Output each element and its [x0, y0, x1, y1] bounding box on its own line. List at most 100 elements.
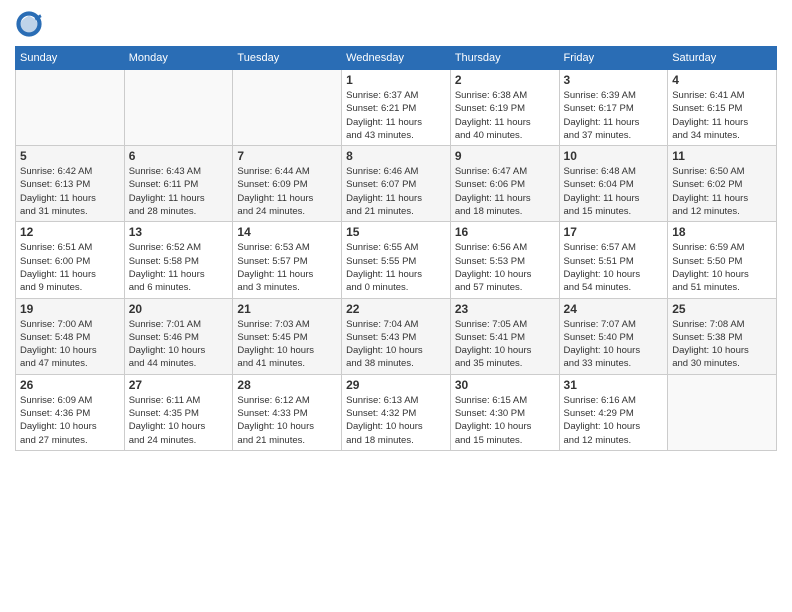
day-info: Sunrise: 7:01 AMSunset: 5:46 PMDaylight:…	[129, 318, 229, 371]
weekday-header-row: SundayMondayTuesdayWednesdayThursdayFrid…	[16, 47, 777, 70]
calendar-cell: 15 Sunrise: 6:55 AMSunset: 5:55 PMDayligh…	[342, 222, 451, 298]
calendar-cell: 14 Sunrise: 6:53 AMSunset: 5:57 PMDayligh…	[233, 222, 342, 298]
day-number: 27	[129, 378, 229, 392]
day-info: Sunrise: 7:00 AMSunset: 5:48 PMDaylight:…	[20, 318, 120, 371]
day-number: 15	[346, 225, 446, 239]
weekday-header-monday: Monday	[124, 47, 233, 70]
day-number: 24	[564, 302, 664, 316]
logo-icon	[15, 10, 43, 38]
calendar-cell: 29 Sunrise: 6:13 AMSunset: 4:32 PMDayligh…	[342, 374, 451, 450]
day-info: Sunrise: 6:44 AMSunset: 6:09 PMDaylight:…	[237, 165, 337, 218]
day-number: 2	[455, 73, 555, 87]
day-number: 30	[455, 378, 555, 392]
day-info: Sunrise: 7:08 AMSunset: 5:38 PMDaylight:…	[672, 318, 772, 371]
day-info: Sunrise: 6:39 AMSunset: 6:17 PMDaylight:…	[564, 89, 664, 142]
day-info: Sunrise: 6:09 AMSunset: 4:36 PMDaylight:…	[20, 394, 120, 447]
calendar-cell: 20 Sunrise: 7:01 AMSunset: 5:46 PMDayligh…	[124, 298, 233, 374]
calendar-cell: 17 Sunrise: 6:57 AMSunset: 5:51 PMDayligh…	[559, 222, 668, 298]
day-info: Sunrise: 6:55 AMSunset: 5:55 PMDaylight:…	[346, 241, 446, 294]
day-info: Sunrise: 6:41 AMSunset: 6:15 PMDaylight:…	[672, 89, 772, 142]
day-info: Sunrise: 7:07 AMSunset: 5:40 PMDaylight:…	[564, 318, 664, 371]
day-info: Sunrise: 7:03 AMSunset: 5:45 PMDaylight:…	[237, 318, 337, 371]
calendar-cell: 26 Sunrise: 6:09 AMSunset: 4:36 PMDayligh…	[16, 374, 125, 450]
calendar-week-4: 19 Sunrise: 7:00 AMSunset: 5:48 PMDayligh…	[16, 298, 777, 374]
day-number: 10	[564, 149, 664, 163]
day-number: 14	[237, 225, 337, 239]
weekday-header-tuesday: Tuesday	[233, 47, 342, 70]
calendar-cell	[233, 70, 342, 146]
day-number: 5	[20, 149, 120, 163]
calendar-cell: 28 Sunrise: 6:12 AMSunset: 4:33 PMDayligh…	[233, 374, 342, 450]
weekday-header-sunday: Sunday	[16, 47, 125, 70]
day-number: 31	[564, 378, 664, 392]
day-info: Sunrise: 7:05 AMSunset: 5:41 PMDaylight:…	[455, 318, 555, 371]
calendar-week-1: 1 Sunrise: 6:37 AMSunset: 6:21 PMDaylight…	[16, 70, 777, 146]
weekday-header-thursday: Thursday	[450, 47, 559, 70]
day-number: 13	[129, 225, 229, 239]
day-number: 6	[129, 149, 229, 163]
calendar-cell: 10 Sunrise: 6:48 AMSunset: 6:04 PMDayligh…	[559, 146, 668, 222]
day-number: 21	[237, 302, 337, 316]
day-info: Sunrise: 6:48 AMSunset: 6:04 PMDaylight:…	[564, 165, 664, 218]
day-number: 1	[346, 73, 446, 87]
day-info: Sunrise: 6:37 AMSunset: 6:21 PMDaylight:…	[346, 89, 446, 142]
calendar-cell: 13 Sunrise: 6:52 AMSunset: 5:58 PMDayligh…	[124, 222, 233, 298]
calendar-cell: 9Sunrise: 6:47 AMSunset: 6:06 PMDaylight…	[450, 146, 559, 222]
calendar-cell: 7Sunrise: 6:44 AMSunset: 6:09 PMDaylight…	[233, 146, 342, 222]
day-number: 29	[346, 378, 446, 392]
calendar-cell: 2 Sunrise: 6:38 AMSunset: 6:19 PMDaylight…	[450, 70, 559, 146]
day-info: Sunrise: 6:47 AMSunset: 6:06 PMDaylight:…	[455, 165, 555, 218]
day-number: 23	[455, 302, 555, 316]
calendar-week-2: 5Sunrise: 6:42 AMSunset: 6:13 PMDaylight…	[16, 146, 777, 222]
calendar-cell: 6 Sunrise: 6:43 AMSunset: 6:11 PMDaylight…	[124, 146, 233, 222]
calendar-cell: 18Sunrise: 6:59 AMSunset: 5:50 PMDayligh…	[668, 222, 777, 298]
calendar-cell: 22 Sunrise: 7:04 AMSunset: 5:43 PMDayligh…	[342, 298, 451, 374]
day-number: 22	[346, 302, 446, 316]
calendar-cell: 12 Sunrise: 6:51 AMSunset: 6:00 PMDayligh…	[16, 222, 125, 298]
day-number: 12	[20, 225, 120, 239]
calendar-week-5: 26 Sunrise: 6:09 AMSunset: 4:36 PMDayligh…	[16, 374, 777, 450]
weekday-header-saturday: Saturday	[668, 47, 777, 70]
day-info: Sunrise: 6:51 AMSunset: 6:00 PMDaylight:…	[20, 241, 120, 294]
day-number: 16	[455, 225, 555, 239]
day-info: Sunrise: 6:50 AMSunset: 6:02 PMDaylight:…	[672, 165, 772, 218]
weekday-header-friday: Friday	[559, 47, 668, 70]
day-info: Sunrise: 6:52 AMSunset: 5:58 PMDaylight:…	[129, 241, 229, 294]
day-info: Sunrise: 6:38 AMSunset: 6:19 PMDaylight:…	[455, 89, 555, 142]
day-number: 28	[237, 378, 337, 392]
calendar-cell: 1 Sunrise: 6:37 AMSunset: 6:21 PMDaylight…	[342, 70, 451, 146]
calendar-cell: 16 Sunrise: 6:56 AMSunset: 5:53 PMDayligh…	[450, 222, 559, 298]
calendar-cell	[668, 374, 777, 450]
day-info: Sunrise: 7:04 AMSunset: 5:43 PMDaylight:…	[346, 318, 446, 371]
day-info: Sunrise: 6:53 AMSunset: 5:57 PMDaylight:…	[237, 241, 337, 294]
day-number: 25	[672, 302, 772, 316]
day-number: 18	[672, 225, 772, 239]
day-info: Sunrise: 6:46 AMSunset: 6:07 PMDaylight:…	[346, 165, 446, 218]
calendar-cell: 25 Sunrise: 7:08 AMSunset: 5:38 PMDayligh…	[668, 298, 777, 374]
calendar-cell: 21 Sunrise: 7:03 AMSunset: 5:45 PMDayligh…	[233, 298, 342, 374]
calendar-cell: 11Sunrise: 6:50 AMSunset: 6:02 PMDayligh…	[668, 146, 777, 222]
day-info: Sunrise: 6:56 AMSunset: 5:53 PMDaylight:…	[455, 241, 555, 294]
calendar-cell: 19 Sunrise: 7:00 AMSunset: 5:48 PMDayligh…	[16, 298, 125, 374]
day-number: 20	[129, 302, 229, 316]
calendar-week-3: 12 Sunrise: 6:51 AMSunset: 6:00 PMDayligh…	[16, 222, 777, 298]
day-info: Sunrise: 6:12 AMSunset: 4:33 PMDaylight:…	[237, 394, 337, 447]
day-number: 19	[20, 302, 120, 316]
logo	[15, 10, 45, 38]
calendar-cell	[124, 70, 233, 146]
day-info: Sunrise: 6:57 AMSunset: 5:51 PMDaylight:…	[564, 241, 664, 294]
calendar-cell: 4Sunrise: 6:41 AMSunset: 6:15 PMDaylight…	[668, 70, 777, 146]
calendar-cell: 24 Sunrise: 7:07 AMSunset: 5:40 PMDayligh…	[559, 298, 668, 374]
day-info: Sunrise: 6:43 AMSunset: 6:11 PMDaylight:…	[129, 165, 229, 218]
calendar-table: SundayMondayTuesdayWednesdayThursdayFrid…	[15, 46, 777, 451]
calendar-cell	[16, 70, 125, 146]
day-number: 26	[20, 378, 120, 392]
calendar-cell: 27 Sunrise: 6:11 AMSunset: 4:35 PMDayligh…	[124, 374, 233, 450]
header	[15, 10, 777, 38]
calendar-cell: 8 Sunrise: 6:46 AMSunset: 6:07 PMDaylight…	[342, 146, 451, 222]
calendar-cell: 23 Sunrise: 7:05 AMSunset: 5:41 PMDayligh…	[450, 298, 559, 374]
day-number: 17	[564, 225, 664, 239]
day-number: 8	[346, 149, 446, 163]
day-info: Sunrise: 6:11 AMSunset: 4:35 PMDaylight:…	[129, 394, 229, 447]
day-info: Sunrise: 6:13 AMSunset: 4:32 PMDaylight:…	[346, 394, 446, 447]
